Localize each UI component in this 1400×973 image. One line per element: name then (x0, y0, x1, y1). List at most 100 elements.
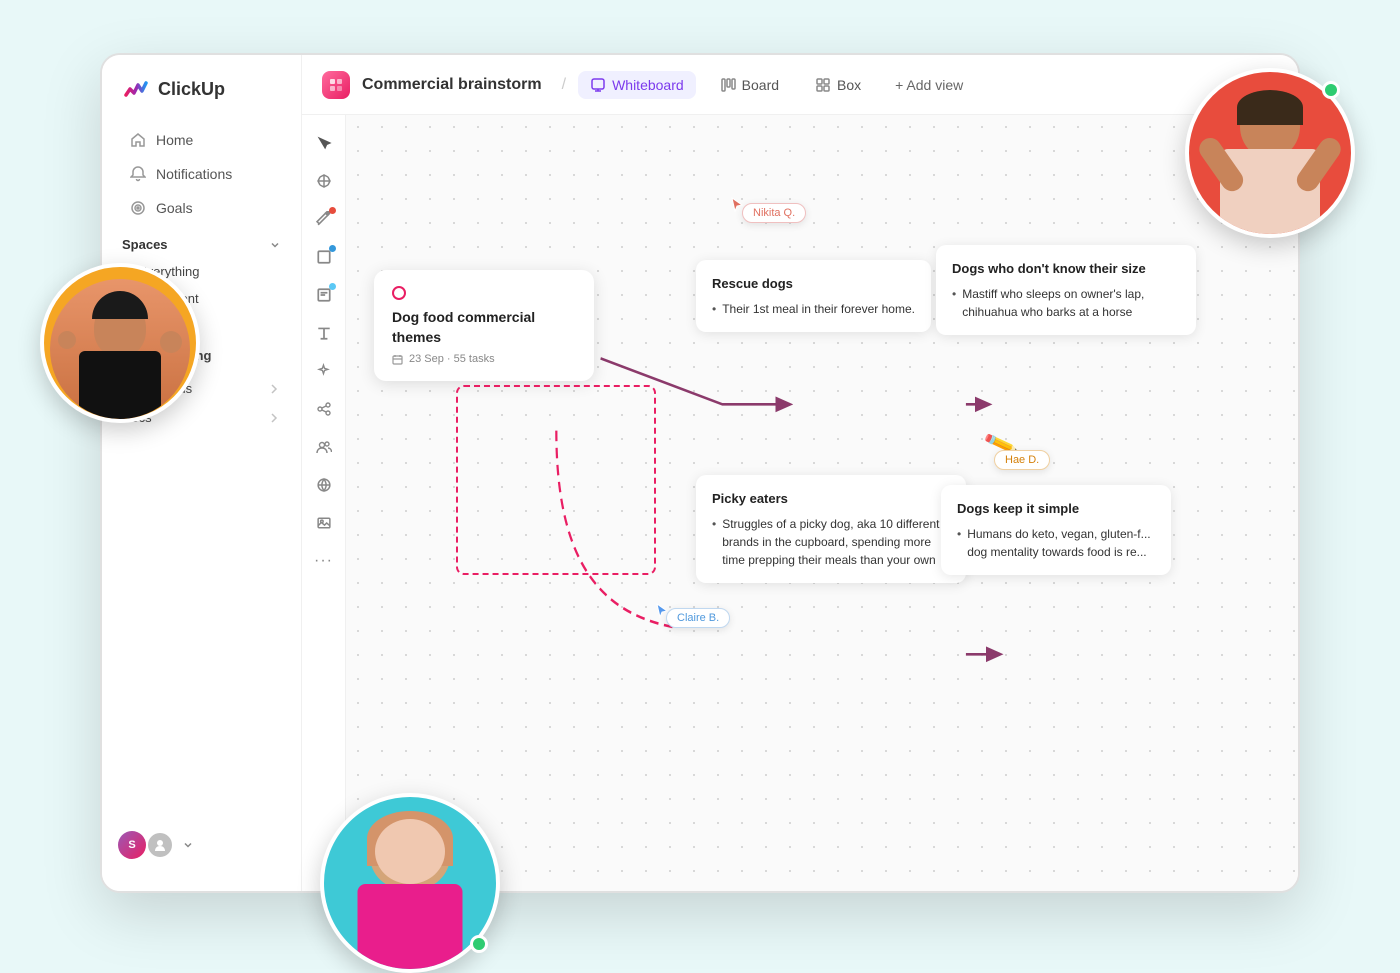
cursor-label-nikita: Nikita Q. (742, 203, 806, 223)
tab-whiteboard-label: Whiteboard (612, 77, 684, 93)
avatar-man (40, 263, 200, 423)
add-view-label: + Add view (895, 77, 963, 93)
dogs-simple-item-text: Humans do keto, vegan, gluten-f... dog m… (967, 525, 1155, 561)
toolbar-move[interactable] (308, 165, 340, 197)
cursor-label-hae: Hae D. (994, 450, 1050, 470)
toolbar-cursor[interactable] (308, 127, 340, 159)
user-icon (153, 838, 167, 852)
toolbar-pen[interactable] (308, 203, 340, 235)
image-icon (316, 515, 332, 531)
text-tool-icon (316, 325, 332, 341)
tab-board[interactable]: Board (708, 71, 791, 99)
toolbar-shape[interactable] (308, 241, 340, 273)
whiteboard-area: ··· (302, 115, 1298, 891)
rescue-dogs-item: Their 1st meal in their forever home. (712, 300, 915, 318)
rescue-dogs-item-text: Their 1st meal in their forever home. (722, 300, 915, 318)
dogs-size-item: Mastiff who sleeps on owner's lap, chihu… (952, 285, 1180, 321)
toolbar-more[interactable]: ··· (308, 545, 340, 577)
cursor-label-claire: Claire B. (666, 608, 730, 628)
avatar-topright-online-dot (1322, 81, 1340, 99)
main-card-meta: 23 Sep · 55 tasks (392, 353, 576, 365)
more-icon: ··· (314, 552, 333, 570)
main-card-title: Dog food commercial themes (392, 308, 576, 347)
magic-tool-icon (316, 363, 332, 379)
tab-whiteboard[interactable]: Whiteboard (578, 71, 696, 99)
dogs-size-title: Dogs who don't know their size (952, 259, 1180, 279)
shape-tool-icon (316, 249, 332, 265)
task-status-circle (392, 286, 406, 300)
toolbar-team[interactable] (308, 431, 340, 463)
clickup-logo-icon (122, 75, 150, 103)
rescue-dogs-title: Rescue dogs (712, 274, 915, 294)
sidebar-notifications-label: Notifications (156, 166, 232, 182)
rescue-dogs-card[interactable]: Rescue dogs Their 1st meal in their fore… (696, 260, 931, 332)
picky-eaters-item-text: Struggles of a picky dog, aka 10 differe… (722, 515, 950, 569)
sidebar-goals-label: Goals (156, 200, 193, 216)
nikita-cursor-text: Nikita Q. (753, 207, 795, 219)
logo-text: ClickUp (158, 79, 225, 100)
toolbar-text[interactable] (308, 317, 340, 349)
share-icon (316, 401, 332, 417)
dropdown-arrow-icon[interactable] (182, 839, 194, 851)
picky-eaters-item: Struggles of a picky dog, aka 10 differe… (712, 515, 950, 569)
team-icon (316, 439, 332, 455)
tab-box-label: Box (837, 77, 861, 93)
tab-box[interactable]: Box (803, 71, 873, 99)
dogs-size-card[interactable]: Dogs who don't know their size Mastiff w… (936, 245, 1196, 335)
user-avatar-secondary[interactable] (146, 831, 174, 859)
note-tool-icon (316, 287, 332, 303)
whiteboard-tab-icon (590, 77, 606, 93)
sidebar-item-home[interactable]: Home (110, 124, 293, 156)
calendar-icon (392, 354, 403, 365)
breadcrumb-title: Commercial brainstorm (362, 76, 542, 94)
picky-eaters-title: Picky eaters (712, 489, 950, 509)
picky-eaters-card[interactable]: Picky eaters Struggles of a picky dog, a… (696, 475, 966, 583)
toolbar-magic[interactable] (308, 355, 340, 387)
user-initial: S (128, 839, 135, 851)
main-task-card[interactable]: Dog food commercial themes 23 Sep · 55 t… (374, 270, 594, 381)
sidebar-item-goals[interactable]: Goals (110, 192, 293, 224)
hae-cursor-text: Hae D. (1005, 454, 1039, 466)
toolbar-note[interactable] (308, 279, 340, 311)
target-icon (130, 200, 146, 216)
avatar-bottomcenter-online-dot (470, 935, 488, 953)
user-avatar-s[interactable]: S (118, 831, 146, 859)
dogs-simple-card[interactable]: Dogs keep it simple Humans do keto, vega… (941, 485, 1171, 575)
chevron-down-icon (269, 239, 281, 251)
dogs-simple-item: Humans do keto, vegan, gluten-f... dog m… (957, 525, 1155, 561)
sidebar-item-notifications[interactable]: Notifications (110, 158, 293, 190)
sidebar-home-label: Home (156, 132, 193, 148)
pen-active-dot (329, 207, 336, 214)
app-wrapper: ClickUp Home Notifications (100, 53, 1300, 893)
home-icon (130, 132, 146, 148)
box-tab-icon (815, 77, 831, 93)
claire-cursor-text: Claire B. (677, 612, 719, 624)
divider: / (562, 76, 566, 94)
sidebar: ClickUp Home Notifications (102, 55, 302, 891)
toolbar-image[interactable] (308, 507, 340, 539)
move-tool-icon (316, 173, 332, 189)
globe-icon (316, 477, 332, 493)
main-content: Commercial brainstorm / Whiteboard (302, 55, 1298, 891)
sidebar-bottom: S (102, 819, 301, 871)
left-toolbar: ··· (302, 115, 346, 891)
tab-board-label: Board (742, 77, 779, 93)
dogs-size-item-text: Mastiff who sleeps on owner's lap, chihu… (962, 285, 1180, 321)
cursor-tool-icon (316, 135, 332, 151)
dogs-simple-title: Dogs keep it simple (957, 499, 1155, 519)
board-tab-icon (720, 77, 736, 93)
pen-tool-icon (316, 211, 332, 227)
canvas[interactable]: Nikita Q. Dog food commercial themes (346, 115, 1298, 891)
chevron-right-docs-icon (267, 411, 281, 425)
topbar: Commercial brainstorm / Whiteboard (302, 55, 1298, 115)
logo[interactable]: ClickUp (102, 75, 301, 123)
bell-icon (130, 166, 146, 182)
breadcrumb-icon (322, 71, 350, 99)
main-window: ClickUp Home Notifications (100, 53, 1300, 893)
toolbar-share[interactable] (308, 393, 340, 425)
add-view-button[interactable]: + Add view (885, 71, 973, 99)
chevron-right-icon (267, 382, 281, 396)
selection-box (456, 385, 656, 575)
toolbar-globe[interactable] (308, 469, 340, 501)
note-active-dot (329, 283, 336, 290)
